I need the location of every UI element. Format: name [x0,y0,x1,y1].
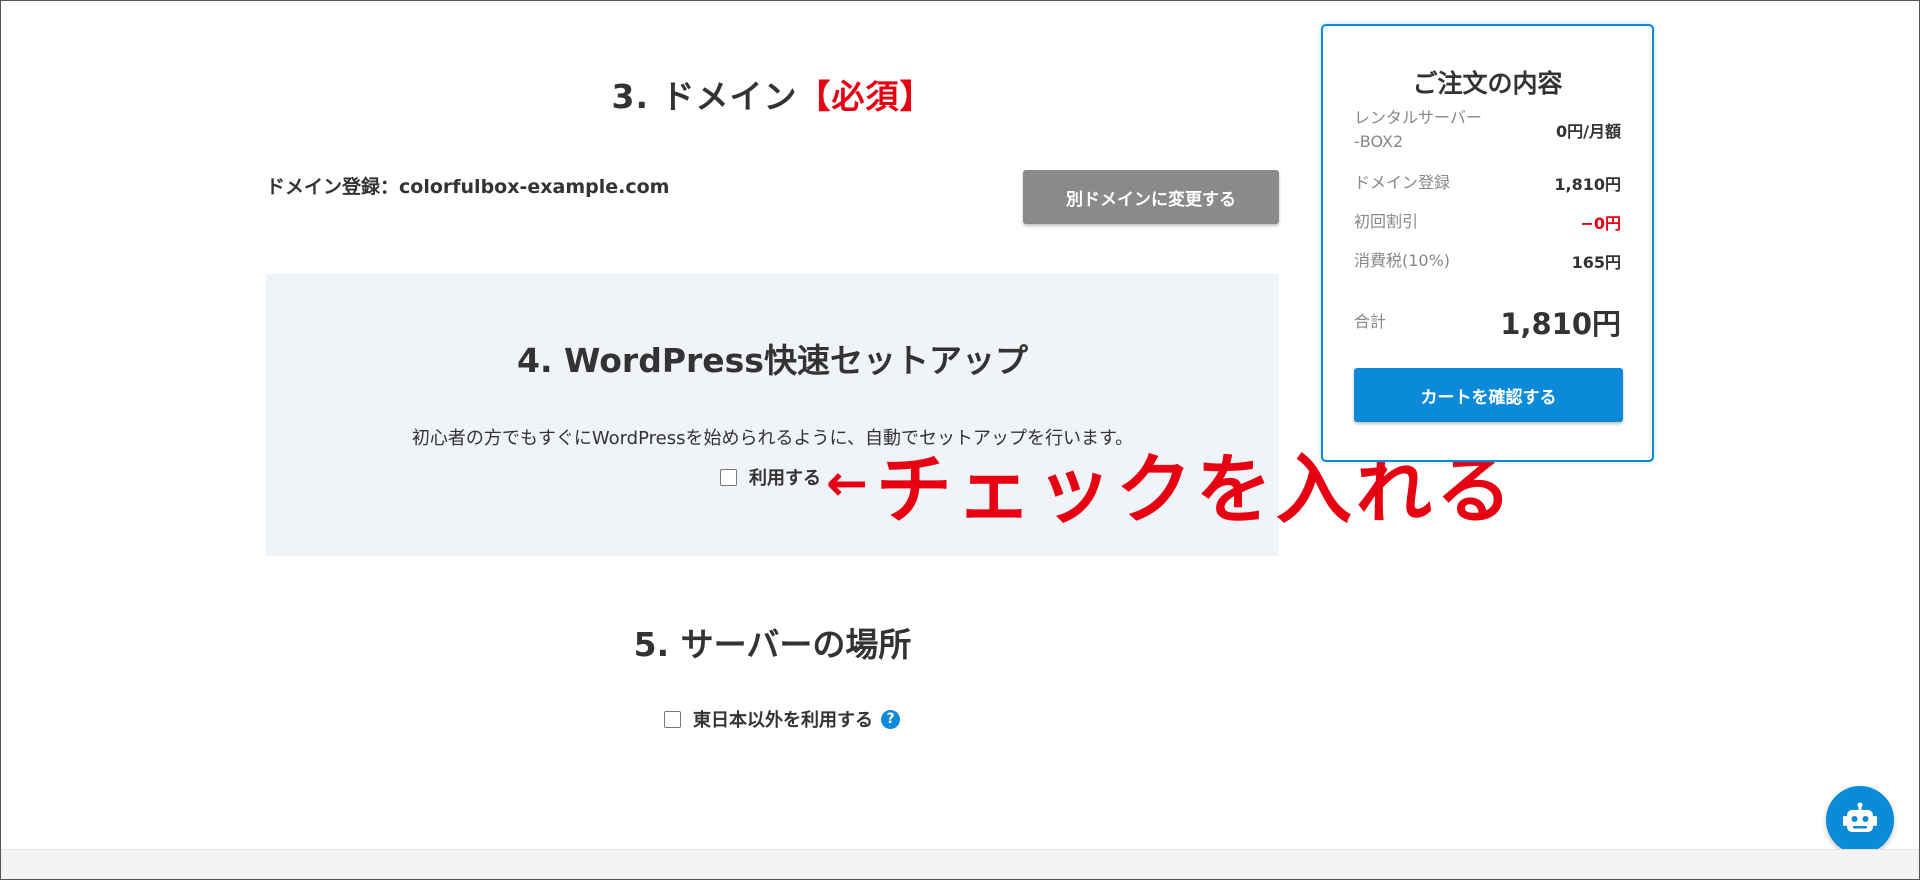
order-item-rental-server: レンタルサーバー -BOX2 0円/月額 [1354,106,1621,154]
order-total: 合計 1,810円 [1354,300,1621,344]
order-summary-title: ご注文の内容 [1412,69,1563,98]
question-circle-icon[interactable]: ? [881,709,900,729]
order-item-label: 消費税(10%) [1354,251,1451,270]
order-item-value: 165円 [1571,253,1621,272]
domain-section-title-text: 3. ドメイン [611,77,798,116]
non-east-japan-label: 東日本以外を利用する [693,710,873,731]
non-east-japan-checkbox[interactable] [664,710,681,728]
domain-registration-line: ドメイン登録：colorfulbox-example.com [266,172,669,199]
order-total-value: 1,810円 [1500,307,1621,341]
wordpress-setup-option[interactable]: 利用する [720,464,821,490]
chat-bot-button[interactable] [1826,786,1894,854]
change-domain-button[interactable]: 別ドメインに変更する [1023,170,1279,224]
order-item-domain: ドメイン登録 1,810円 [1354,168,1621,198]
order-summary-card: ご注文の内容 レンタルサーバー -BOX2 0円/月額 ドメイン登録 1,810… [1321,24,1654,462]
view-cart-button[interactable]: カートを確認する [1354,368,1623,422]
order-item-label: 初回割引 [1354,212,1419,231]
order-item-label: ドメイン登録 [1354,173,1451,192]
domain-section-title: 3. ドメイン【必須】 [266,70,1279,118]
order-item-value: −0円 [1580,214,1621,233]
wordpress-setup-title: 4. WordPress快速セットアップ [517,341,1028,380]
order-item-value: 0円/月額 [1556,122,1621,141]
wordpress-setup-checkbox-label: 利用する [749,468,821,489]
order-item-first-discount: 初回割引 −0円 [1354,207,1621,237]
server-location-option[interactable]: 東日本以外を利用する ? [664,706,900,732]
robot-icon [1843,802,1877,832]
domain-registration-value: colorfulbox-example.com [399,176,670,198]
order-item-label: レンタルサーバー -BOX2 [1354,108,1482,151]
domain-registration-label: ドメイン登録： [266,176,400,198]
order-item-tax: 消費税(10%) 165円 [1354,246,1621,276]
annotation-arrow: ← [826,454,868,512]
wordpress-setup-checkbox[interactable] [720,468,737,486]
required-badge: 【必須】 [797,77,934,116]
order-total-label: 合計 [1354,312,1387,331]
order-item-value: 1,810円 [1554,175,1621,194]
footer-strip [1,849,1919,879]
server-location-title: 5. サーバーの場所 [633,625,912,664]
